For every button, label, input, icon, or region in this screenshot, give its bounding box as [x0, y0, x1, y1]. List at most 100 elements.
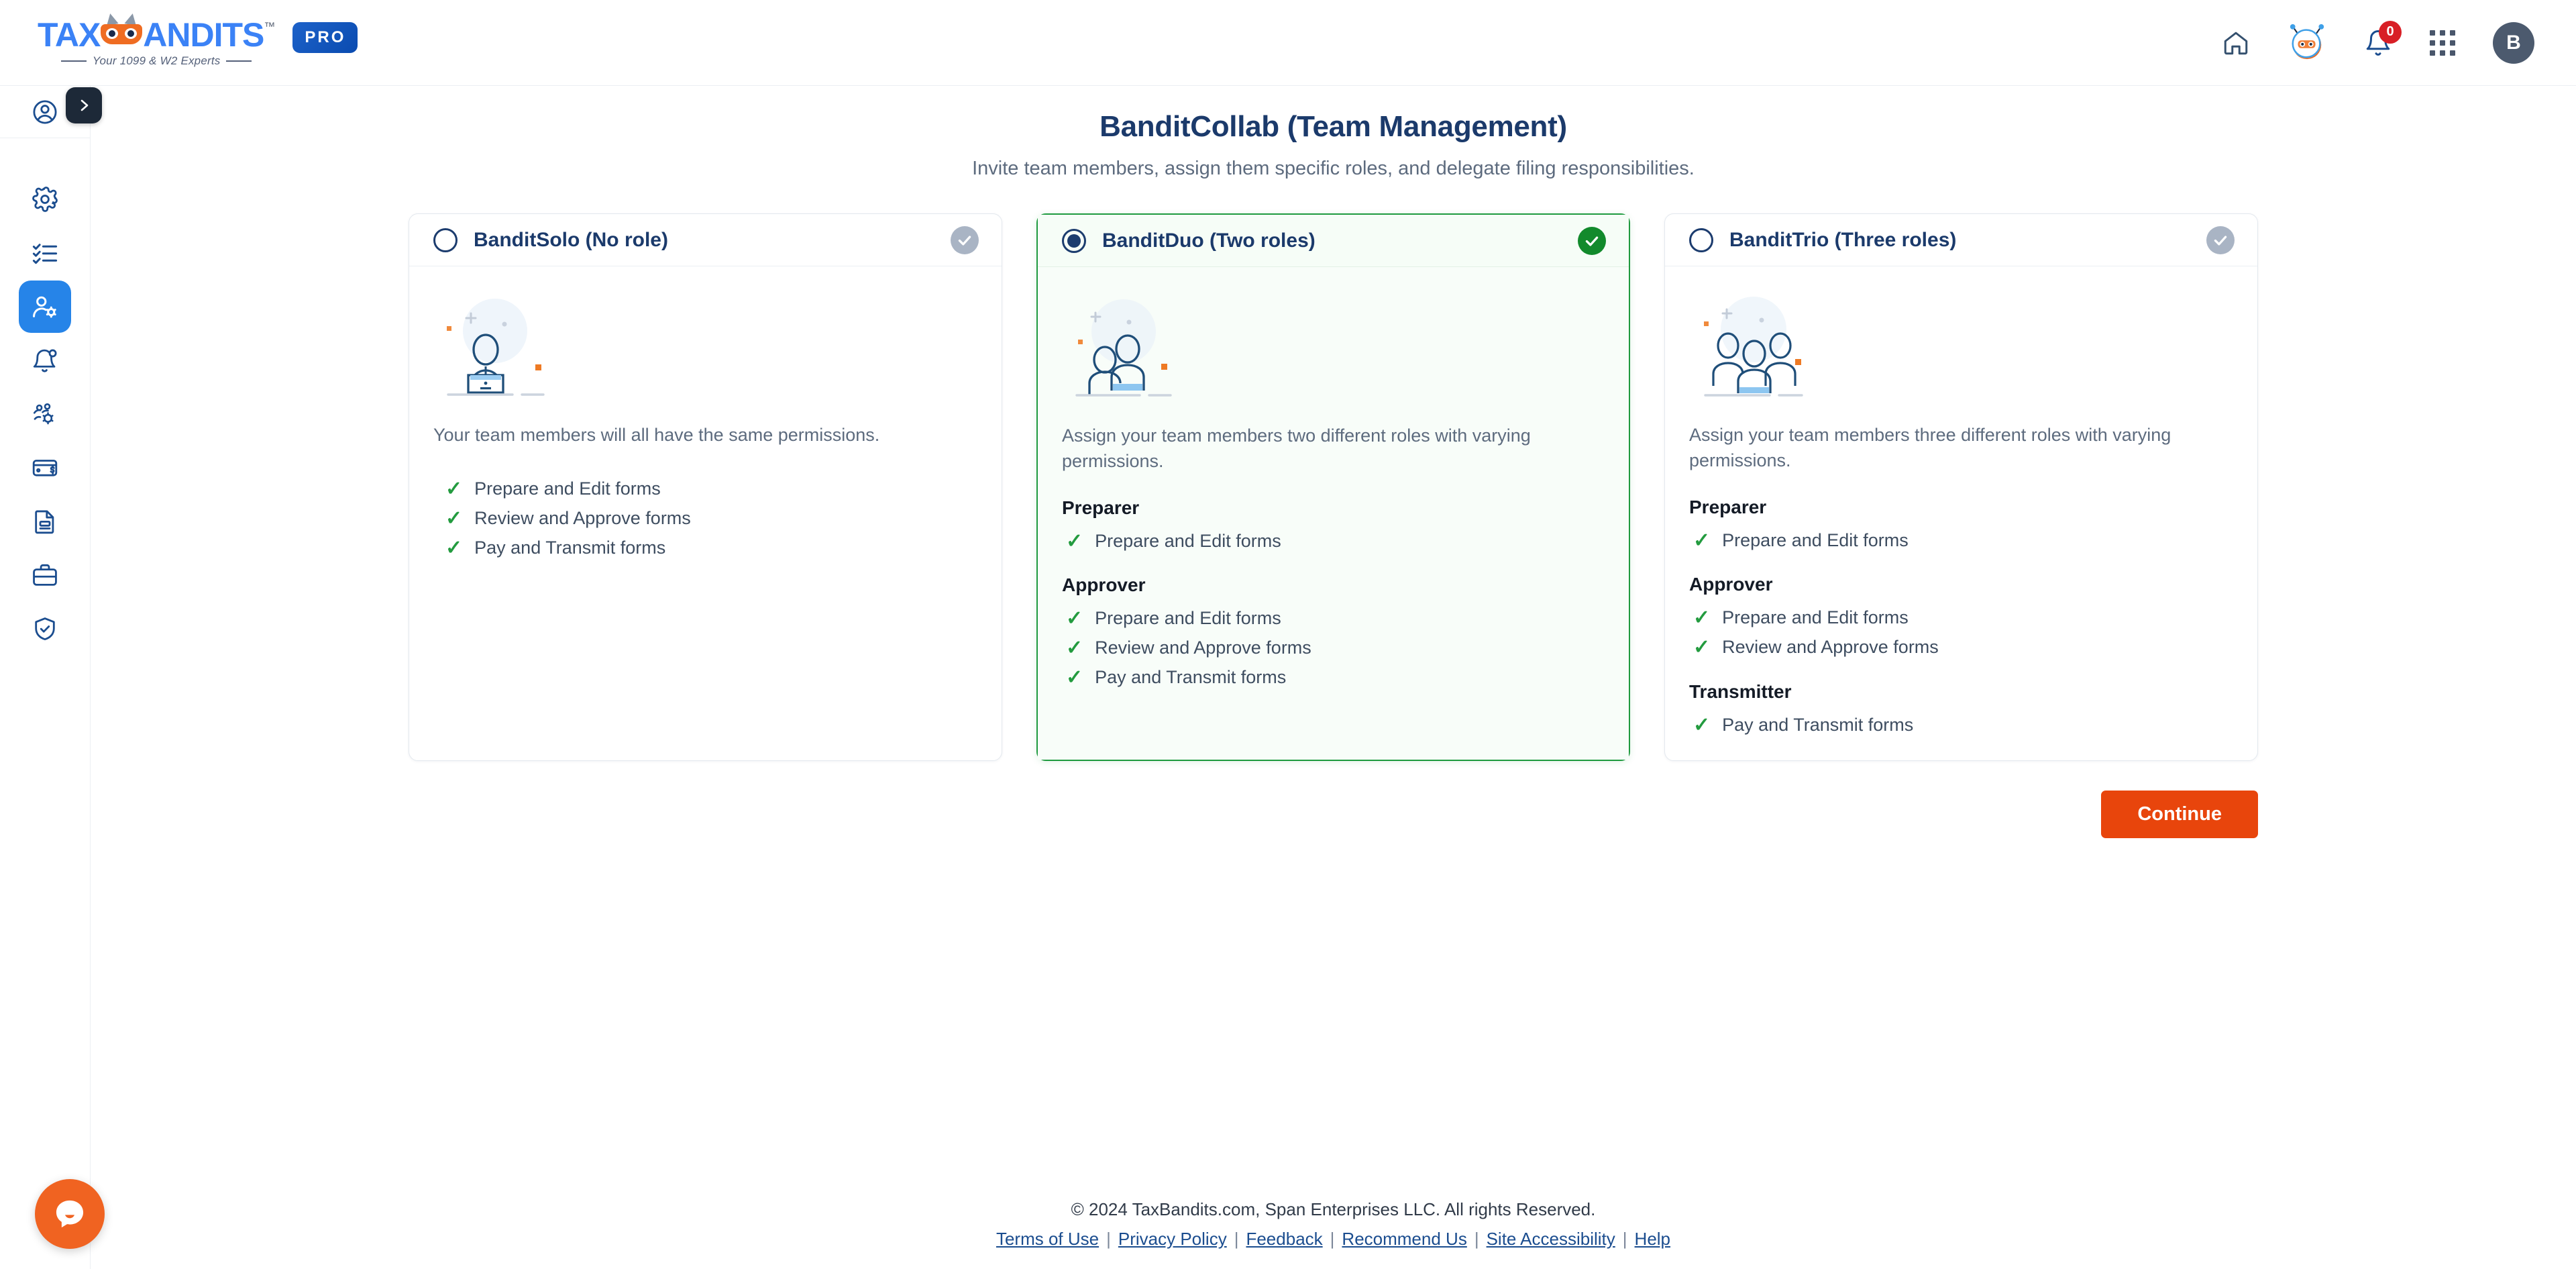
logo-text-tax: TAX	[38, 15, 101, 54]
role-group-approver: Approver ✓ Prepare and Edit forms ✓ Revi…	[1689, 574, 2233, 662]
sidebar-item-integrations[interactable]	[19, 388, 71, 440]
continue-button[interactable]: Continue	[2101, 790, 2258, 838]
permission-label: Prepare and Edit forms	[1095, 530, 1281, 551]
tagline-rule-right	[226, 60, 252, 62]
sidebar-item-documents[interactable]	[19, 495, 71, 548]
continue-row: Continue	[409, 790, 2258, 838]
plan-card-bandittrio[interactable]: BanditTrio (Three roles) Assign your tea…	[1664, 213, 2258, 761]
permission-label: Prepare and Edit forms	[1095, 608, 1281, 629]
footer-separator: |	[1106, 1229, 1111, 1249]
app-header: TAX ANDITS ™ Your 1099 & W2 Experts PRO	[0, 0, 2576, 86]
bandit-mask-icon	[101, 11, 143, 49]
plan-card-banditduo[interactable]: BanditDuo (Two roles) Assign your team m…	[1036, 213, 1630, 761]
sidebar-item-billing[interactable]	[19, 442, 71, 494]
chat-bubble-icon[interactable]	[35, 1179, 105, 1249]
status-badge-unselected	[951, 225, 979, 254]
copyright-text: © 2024 TaxBandits.com, Span Enterprises …	[1071, 1199, 1596, 1219]
footer-link-feedback[interactable]: Feedback	[1246, 1229, 1322, 1250]
plan-card-header[interactable]: BanditSolo (No role)	[409, 214, 1002, 266]
radio-banditduo[interactable]	[1062, 228, 1086, 253]
footer-separator: |	[1330, 1229, 1335, 1249]
check-icon: ✓	[1693, 529, 1711, 552]
plan-card-title: BanditTrio (Three roles)	[1729, 228, 1957, 251]
role-name: Transmitter	[1689, 680, 1792, 702]
permission-item: ✓ Review and Approve forms	[1689, 633, 2233, 662]
sidebar-nav	[19, 138, 71, 655]
permission-item: ✓ Review and Approve forms	[1062, 633, 1605, 663]
role-name: Approver	[1062, 574, 1146, 596]
left-sidebar	[0, 86, 91, 1269]
footer-separator: |	[1234, 1229, 1239, 1249]
logo-text-andits: ANDITS	[143, 15, 264, 54]
radio-banditsolo[interactable]	[433, 227, 458, 252]
permission-item: ✓ Prepare and Edit forms	[1689, 526, 2233, 556]
check-icon: ✓	[1066, 529, 1083, 552]
role-group-approver: Approver ✓ Prepare and Edit forms ✓ Revi…	[1062, 574, 1605, 692]
check-icon: ✓	[445, 507, 463, 529]
notification-count-badge: 0	[2379, 20, 2402, 44]
permission-item: ✓ Pay and Transmit forms	[433, 534, 977, 563]
permissions-list: ✓ Prepare and Edit forms ✓ Review and Ap…	[433, 474, 977, 562]
sidebar-item-notifications[interactable]	[19, 334, 71, 387]
status-badge-selected	[1578, 226, 1606, 255]
bandit-bot-icon[interactable]	[2288, 23, 2326, 62]
sidebar-toggle-button[interactable]	[66, 87, 102, 123]
permission-item: ✓ Pay and Transmit forms	[1689, 711, 2233, 740]
two-people-illustration	[1062, 290, 1605, 411]
sidebar-item-security[interactable]	[19, 603, 71, 655]
avatar[interactable]: B	[2493, 21, 2534, 64]
role-name: Preparer	[1689, 496, 1767, 517]
plan-card-body: Assign your team members two different r…	[1038, 267, 1629, 760]
footer-link-recommend-us[interactable]: Recommend Us	[1342, 1229, 1466, 1250]
footer-link-privacy-policy[interactable]: Privacy Policy	[1118, 1229, 1227, 1250]
role-name: Approver	[1689, 574, 1773, 595]
role-group-preparer: Preparer ✓ Prepare and Edit forms	[1062, 497, 1605, 556]
footer-link-help[interactable]: Help	[1635, 1229, 1670, 1250]
plan-card-banditsolo[interactable]: BanditSolo (No role) Your team members w…	[409, 213, 1002, 761]
status-badge-unselected	[2206, 225, 2235, 254]
sidebar-item-settings[interactable]	[19, 173, 71, 225]
bell-icon[interactable]: 0	[2364, 20, 2402, 57]
plan-card-title: BanditDuo (Two roles)	[1102, 229, 1316, 252]
permission-label: Review and Approve forms	[1722, 637, 1939, 658]
check-icon: ✓	[1693, 636, 1711, 658]
plan-card-header[interactable]: BanditTrio (Three roles)	[1665, 214, 2257, 266]
radio-bandittrio[interactable]	[1689, 227, 1713, 252]
check-icon: ✓	[445, 536, 463, 559]
pro-badge: PRO	[292, 21, 358, 53]
check-icon: ✓	[1693, 713, 1711, 736]
permission-label: Review and Approve forms	[1095, 638, 1311, 658]
role-group-transmitter: Transmitter ✓ Pay and Transmit forms	[1689, 681, 2233, 740]
plan-card-body: Your team members will all have the same…	[409, 266, 1002, 760]
sidebar-item-business[interactable]	[19, 549, 71, 601]
page-subtitle: Invite team members, assign them specifi…	[972, 158, 1695, 179]
permission-item: ✓ Prepare and Edit forms	[1062, 604, 1605, 633]
permission-label: Pay and Transmit forms	[1722, 714, 1914, 735]
sidebar-item-team-management[interactable]	[19, 281, 71, 333]
page-title: BanditCollab (Team Management)	[1099, 110, 1567, 143]
plan-card-header[interactable]: BanditDuo (Two roles)	[1038, 215, 1629, 267]
trademark-symbol: ™	[264, 19, 276, 33]
permission-label: Pay and Transmit forms	[1095, 666, 1287, 687]
page-footer: © 2024 TaxBandits.com, Span Enterprises …	[91, 1180, 2576, 1269]
check-icon: ✓	[1066, 607, 1083, 630]
sidebar-item-tasks[interactable]	[19, 227, 71, 279]
main-content: BanditCollab (Team Management) Invite te…	[91, 86, 2576, 1180]
check-icon: ✓	[445, 478, 463, 501]
role-name: Preparer	[1062, 497, 1140, 518]
footer-link-terms-of-use[interactable]: Terms of Use	[996, 1229, 1099, 1250]
logo-tagline: Your 1099 & W2 Experts	[92, 54, 221, 67]
apps-grid-icon[interactable]	[2430, 30, 2455, 56]
three-people-illustration	[1689, 289, 2233, 410]
permission-label: Prepare and Edit forms	[474, 478, 661, 499]
home-icon[interactable]	[2222, 29, 2250, 57]
footer-link-site-accessibility[interactable]: Site Accessibility	[1487, 1229, 1615, 1250]
check-icon: ✓	[1066, 666, 1083, 689]
permission-item: ✓ Prepare and Edit forms	[433, 474, 977, 504]
brand-logo[interactable]: TAX ANDITS ™ Your 1099 & W2 Experts PRO	[38, 11, 358, 68]
one-person-illustration	[433, 289, 977, 410]
role-group-preparer: Preparer ✓ Prepare and Edit forms	[1689, 497, 2233, 556]
plan-card-description: Assign your team members three different…	[1689, 425, 2171, 471]
permission-label: Review and Approve forms	[474, 508, 691, 529]
footer-separator: |	[1474, 1229, 1479, 1249]
